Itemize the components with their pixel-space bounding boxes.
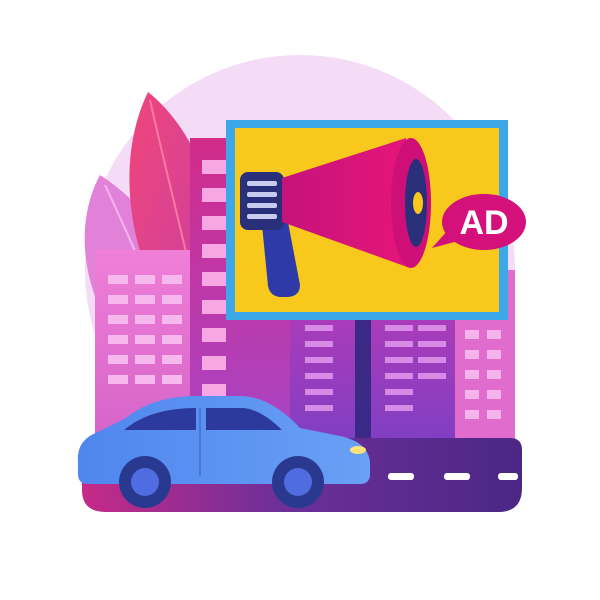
speech-bubble-text: AD bbox=[459, 204, 508, 242]
megaphone-grip bbox=[240, 172, 284, 230]
megaphone-speaker bbox=[413, 192, 423, 214]
car-wheel-front-hub bbox=[284, 468, 312, 496]
car-headlight bbox=[350, 446, 366, 454]
car-wheel-rear-hub bbox=[131, 468, 159, 496]
advertising-illustration: AD bbox=[77, 55, 526, 512]
billboard-pole bbox=[355, 318, 371, 443]
building-tall-windows bbox=[202, 160, 226, 398]
